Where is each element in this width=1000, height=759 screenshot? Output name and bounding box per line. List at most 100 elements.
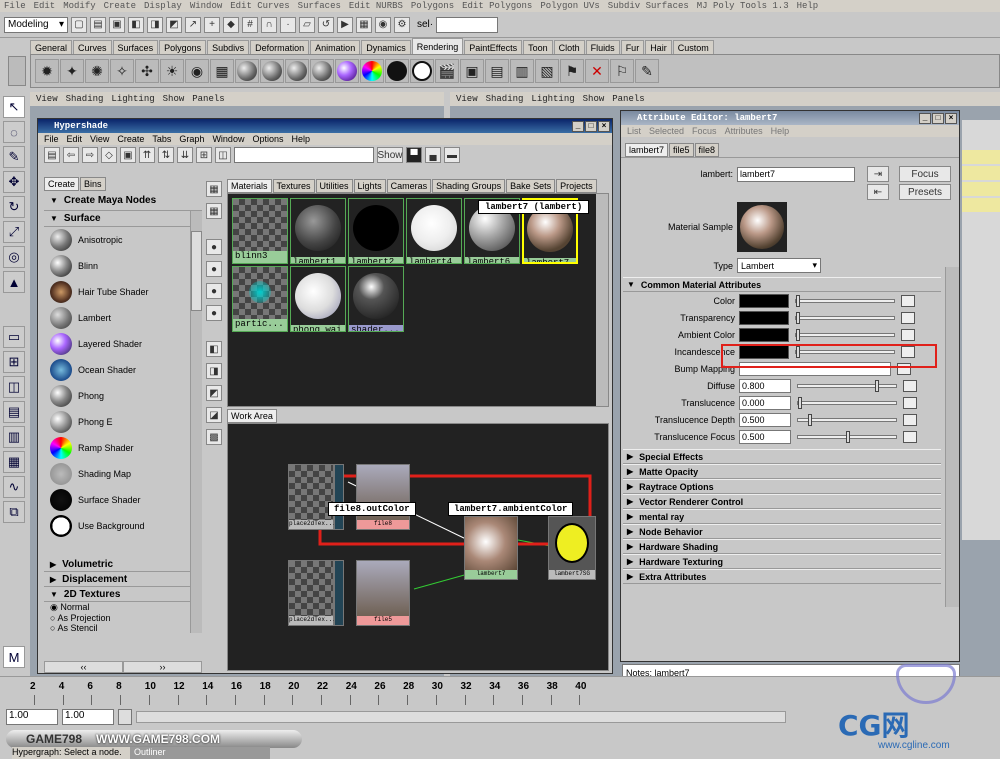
plus-icon[interactable]: + — [204, 16, 220, 33]
sphere-gradient-icon[interactable] — [335, 59, 359, 83]
start-time-field[interactable]: 1.00 — [6, 709, 58, 725]
section-vector-renderer-control[interactable]: ▶ Vector Renderer Control — [623, 494, 941, 509]
section-mental-ray[interactable]: ▶ mental ray — [623, 509, 941, 524]
side-tool-icon[interactable]: ● — [206, 261, 222, 277]
tab-create[interactable]: Create — [44, 177, 80, 191]
panel-menu-lighting[interactable]: Lighting — [111, 94, 154, 104]
side-tool-icon[interactable]: ● — [206, 239, 222, 255]
sphere-black-icon[interactable] — [385, 59, 409, 83]
shelf-tab-surfaces[interactable]: Surfaces — [112, 40, 159, 54]
surface-item-anisotropic[interactable]: Anisotropic — [44, 227, 190, 253]
slider-thumb[interactable] — [874, 379, 879, 392]
graph-both-icon[interactable]: ⇅ — [158, 147, 174, 163]
surface-item-layered-shader[interactable]: Layered Shader — [44, 331, 190, 357]
layout-four-icon[interactable]: ⊞ — [3, 351, 25, 373]
sphere-gray-icon[interactable] — [260, 59, 284, 83]
shelf-tab-dynamics[interactable]: Dynamics — [361, 40, 411, 54]
last-tool-icon[interactable]: ▲ — [3, 271, 25, 293]
menu-edit-polygons[interactable]: Edit Polygons — [462, 1, 532, 11]
checker-map-icon[interactable] — [903, 379, 917, 392]
grid-icon[interactable]: ▦ — [210, 59, 234, 83]
material-swatch-blinn3[interactable]: blinn3 — [232, 198, 288, 264]
graph-up-icon[interactable]: ⇈ — [139, 147, 155, 163]
place2dtexture-node-1[interactable]: place2dTex... — [288, 464, 336, 530]
menu-file[interactable]: File — [4, 1, 26, 11]
checker-map-icon[interactable] — [903, 396, 917, 409]
materials-scrollbar[interactable] — [596, 194, 608, 406]
output-connection-icon[interactable]: ⇤ — [867, 184, 889, 200]
hypershade-filter-input[interactable] — [234, 147, 374, 163]
hs-menu-graph[interactable]: Graph — [179, 134, 204, 144]
ae-tab-file5[interactable]: file5 — [669, 143, 694, 157]
open-scene-icon[interactable]: ▤ — [90, 16, 106, 33]
tab-bins[interactable]: Bins — [80, 177, 106, 191]
arrow-left-icon[interactable]: ⇦ — [63, 147, 79, 163]
value-field[interactable]: 0.000 — [739, 395, 791, 410]
ae-tab-lambert7[interactable]: lambert7 — [625, 143, 669, 157]
menu-modify[interactable]: Modify — [63, 1, 95, 11]
side-tool-icon[interactable]: ▦ — [206, 203, 222, 219]
material-swatch-lambert2[interactable]: lambert2 — [348, 198, 404, 264]
shelf-tab-curves[interactable]: Curves — [73, 40, 112, 54]
clapboard-icon[interactable]: 🎬 — [435, 59, 459, 83]
render-settings-icon[interactable]: ▧ — [535, 59, 559, 83]
sphere-white-icon[interactable] — [410, 59, 434, 83]
slider-thumb[interactable] — [796, 294, 800, 307]
panel-menu-show[interactable]: Show — [163, 94, 185, 104]
tab-work-area[interactable]: Work Area — [227, 409, 277, 423]
radio-projection[interactable]: ○ As Projection — [50, 613, 190, 623]
select-tool-icon[interactable]: ↖ — [3, 96, 25, 118]
shelf-tab-fur[interactable]: Fur — [620, 40, 645, 54]
new-scene-icon[interactable]: ▢ — [71, 16, 87, 33]
layout-graph-icon[interactable]: ▥ — [3, 426, 25, 448]
lambert-name-field[interactable]: lambert7 — [737, 166, 855, 182]
side-tool-icon[interactable]: ▩ — [206, 429, 222, 445]
focus-button[interactable]: Focus — [899, 166, 951, 182]
hs-menu-help[interactable]: Help — [291, 134, 310, 144]
slider-thumb[interactable] — [807, 413, 812, 426]
show-button[interactable]: Show — [377, 147, 403, 163]
render-view-icon[interactable]: ▥ — [510, 59, 534, 83]
value-field[interactable]: 0.500 — [739, 429, 791, 444]
shelf-tab-cloth[interactable]: Cloth — [553, 40, 585, 54]
attr-slider[interactable] — [797, 413, 897, 426]
section-hardware-shading[interactable]: ▶ Hardware Shading — [623, 539, 941, 554]
file5-node[interactable]: file5 — [356, 560, 410, 626]
tab-lights[interactable]: Lights — [353, 179, 386, 193]
swatch-icon[interactable]: ◫ — [215, 147, 231, 163]
slider-thumb[interactable] — [796, 311, 800, 324]
side-tool-icon[interactable]: ▦ — [206, 181, 222, 197]
file8-node[interactable]: file8 — [356, 464, 410, 530]
material-swatch-partic[interactable]: partic... — [232, 266, 288, 332]
section-node-behavior[interactable]: ▶ Node Behavior — [623, 524, 941, 539]
render-icon[interactable]: ▶ — [337, 16, 353, 33]
place2dtexture-node-2[interactable]: place2dTex... — [288, 560, 336, 626]
color-swatch[interactable] — [739, 293, 789, 308]
sphere-rainbow-icon[interactable] — [360, 59, 384, 83]
ae-tab-file8[interactable]: file8 — [694, 143, 720, 157]
section-matte-opacity[interactable]: ▶ Matte Opacity — [623, 464, 941, 479]
side-tool-icon[interactable]: ● — [206, 283, 222, 299]
toggle-panel-icon[interactable]: ▤ — [44, 147, 60, 163]
layout-hyper-icon[interactable]: ⧉ — [3, 501, 25, 523]
tab-materials[interactable]: Materials — [227, 179, 272, 193]
volumetric-section[interactable]: ▶ Volumetric — [44, 557, 190, 572]
menu-edit-curves[interactable]: Edit Curves — [230, 1, 289, 11]
surface-item-blinn[interactable]: Blinn — [44, 253, 190, 279]
work-area[interactable]: place2dTex... file8 place2dTex... file5 … — [227, 423, 609, 671]
area-light-icon[interactable]: ✧ — [110, 59, 134, 83]
surface-item-hair-tube-shader[interactable]: Hair Tube Shader — [44, 279, 190, 305]
shelf-tab-animation[interactable]: Animation — [310, 40, 361, 54]
time-slider[interactable]: 2 4 6 8 10 12 14 16 18 20 22 24 26 28 30 32 34 36 38 40 — [0, 676, 1000, 706]
graph-down-icon[interactable]: ⇊ — [177, 147, 193, 163]
lambert7sg-node[interactable]: lambert7SG — [548, 516, 596, 580]
panel-menu-shading[interactable]: Shading — [66, 94, 104, 104]
panel-menu-view[interactable]: View — [36, 94, 58, 104]
slider-thumb[interactable] — [798, 396, 802, 409]
panel-menu-lighting[interactable]: Lighting — [531, 94, 574, 104]
hs-menu-create[interactable]: Create — [117, 134, 144, 144]
maximize-icon[interactable]: □ — [932, 112, 944, 124]
shelf-tab-toon[interactable]: Toon — [523, 40, 553, 54]
mask-icon[interactable]: ↗ — [185, 16, 201, 33]
rearrange-icon[interactable]: ⊞ — [196, 147, 212, 163]
